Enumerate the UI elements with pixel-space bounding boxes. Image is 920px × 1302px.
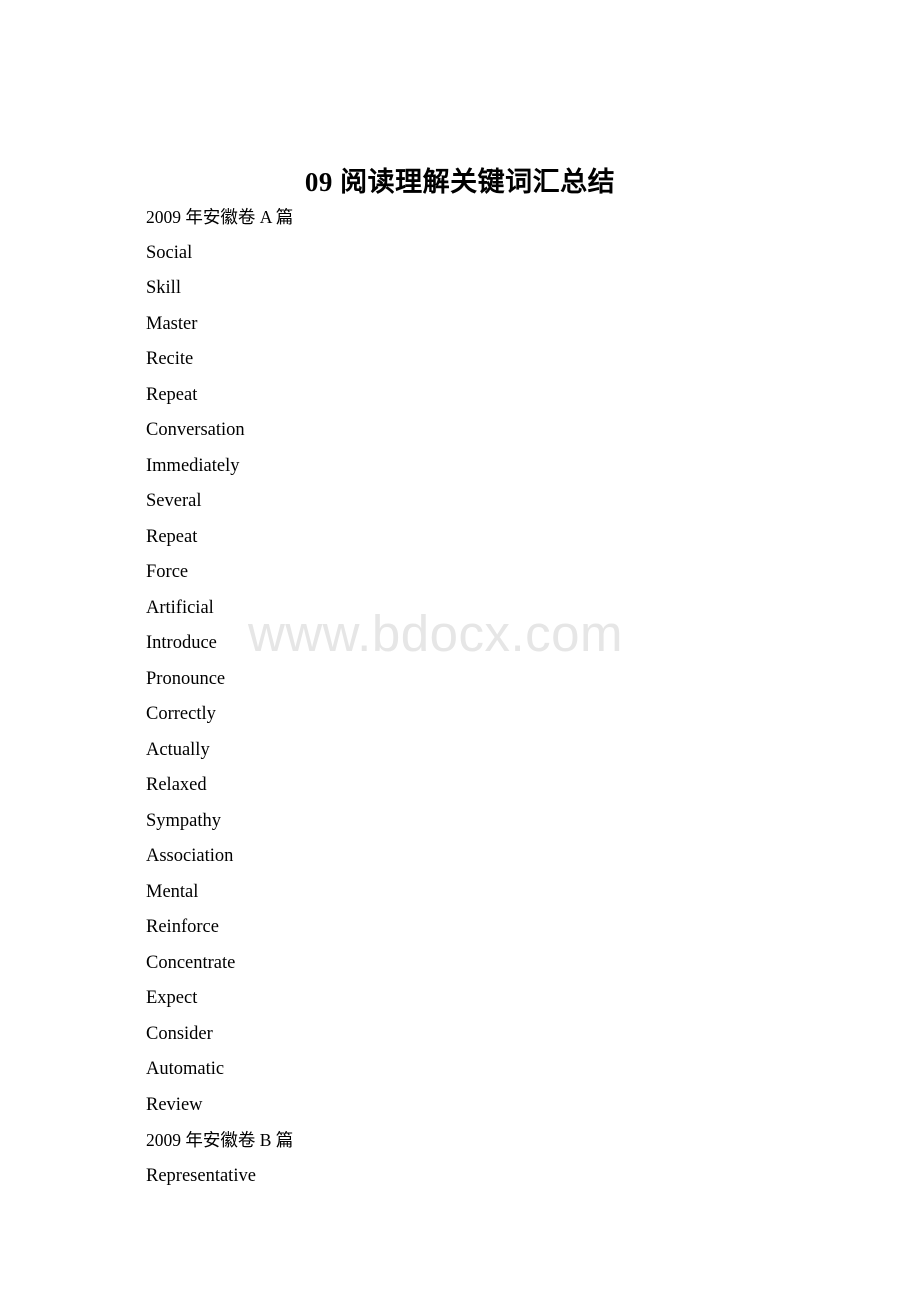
vocabulary-item: Repeat: [146, 526, 198, 547]
vocabulary-item: Force: [146, 562, 189, 582]
page-title: 09 阅读理解关键词汇总结: [304, 167, 616, 198]
vocabulary-item: Several: [146, 491, 202, 511]
vocabulary-item: Automatic: [146, 1059, 225, 1079]
vocabulary-item: Relaxed: [146, 775, 207, 795]
vocabulary-item: Concentrate: [146, 952, 236, 973]
vocabulary-item: Reinforce: [146, 917, 219, 937]
vocabulary-item: Review: [146, 1094, 203, 1115]
vocabulary-item: Recite: [146, 349, 194, 369]
vocabulary-item: Skill: [146, 278, 181, 298]
vocabulary-item: Social: [146, 242, 193, 263]
vocabulary-item: Master: [146, 313, 198, 334]
section-header: 2009 年安徽卷 B 篇: [146, 1130, 294, 1150]
vocabulary-item: Pronounce: [146, 668, 226, 689]
vocabulary-item: Correctly: [146, 704, 216, 724]
vocabulary-item: Expect: [146, 988, 198, 1008]
vocabulary-item: Immediately: [146, 455, 240, 476]
vocabulary-item: Artificial: [146, 597, 214, 618]
vocabulary-item: Actually: [146, 739, 210, 760]
vocabulary-list: 2009 年安徽卷 A 篇 Social Skill Master Recite Repe…: [146, 200, 846, 1194]
vocabulary-item: Association: [146, 846, 234, 866]
vocabulary-item: Introduce: [146, 633, 217, 653]
vocabulary-item: Repeat: [146, 384, 198, 405]
vocabulary-item: Representative: [146, 1165, 256, 1186]
vocabulary-item: Consider: [146, 1023, 213, 1044]
vocabulary-item: Sympathy: [146, 810, 222, 831]
section-header: 2009 年安徽卷 A 篇: [146, 207, 294, 227]
document-page: www.bdocx.com 09 阅读理解关键词汇总结 2009 年安徽卷 A …: [0, 0, 920, 1302]
vocabulary-item: Conversation: [146, 420, 245, 440]
vocabulary-item: Mental: [146, 881, 199, 902]
